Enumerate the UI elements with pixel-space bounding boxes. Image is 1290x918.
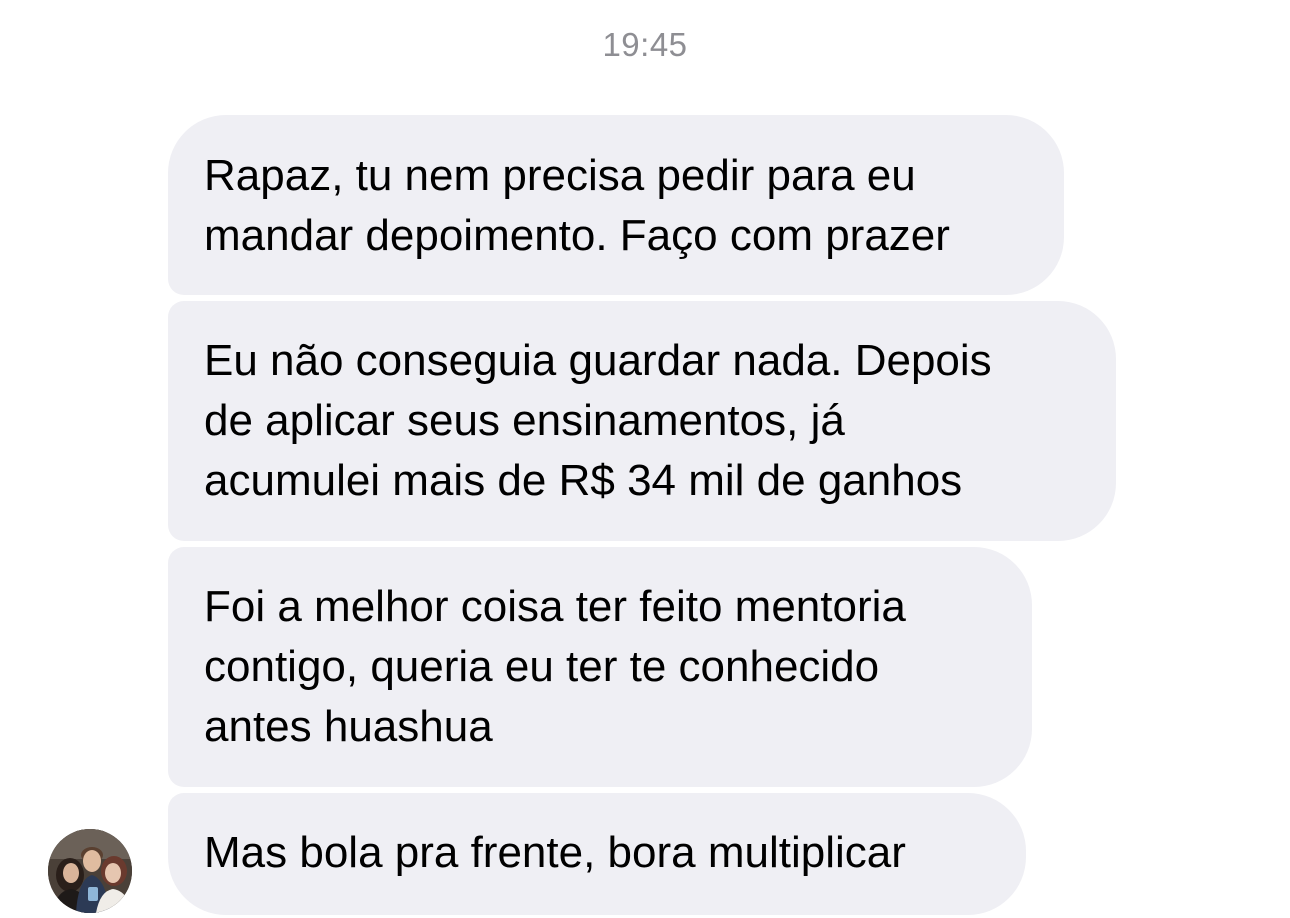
message-bubble[interactable]: Foi a melhor coisa ter feito mentoria co…: [168, 547, 1032, 787]
sender-avatar[interactable]: [48, 829, 132, 913]
group-photo-icon: [48, 829, 132, 913]
message-bubble[interactable]: Eu não conseguia guardar nada. Depois de…: [168, 301, 1116, 541]
message-timestamp: 19:45: [602, 26, 688, 63]
message-bubble[interactable]: Mas bola pra frente, bora multiplicar: [168, 793, 1026, 915]
message-bubble[interactable]: Rapaz, tu nem precisa pedir para eu mand…: [168, 115, 1064, 295]
